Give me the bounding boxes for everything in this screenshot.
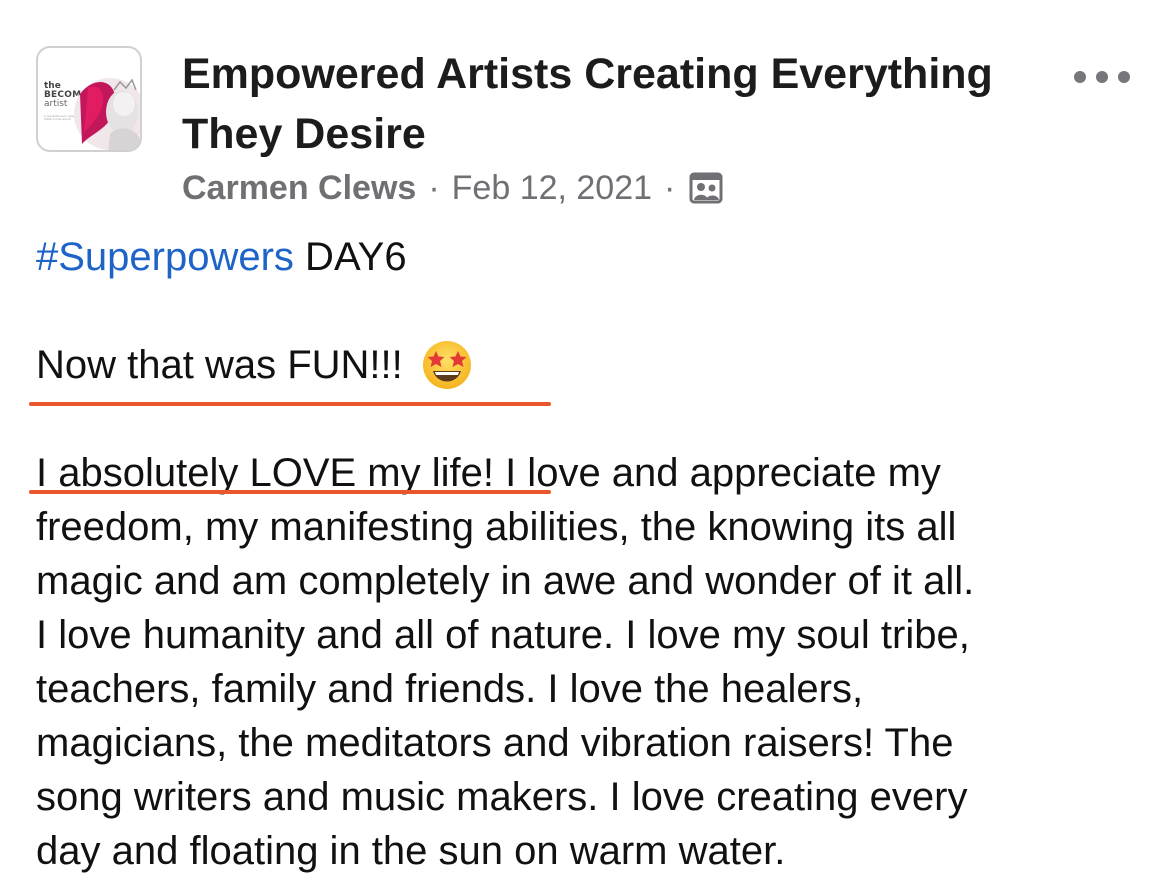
hashtag-link[interactable]: #Superpowers — [36, 235, 294, 279]
post-header: the BECOMING artist a revolutionary new … — [36, 44, 1136, 214]
body-line: freedom, my manifesting abilities, the k… — [36, 505, 957, 549]
more-dot-icon — [1118, 71, 1130, 83]
highlight-underline — [29, 402, 551, 406]
body-line: teachers, family and friends. I love the… — [36, 667, 864, 711]
meta-separator: · — [428, 169, 440, 207]
highlight-underline — [29, 490, 551, 494]
day-label: DAY6 — [293, 235, 407, 279]
more-dot-icon — [1074, 71, 1086, 83]
body-line: I love humanity and all of nature. I lov… — [36, 613, 970, 657]
post-body: #Superpowers DAY6 Now that was FUN!!! I … — [36, 230, 1146, 878]
meta-separator: · — [664, 169, 676, 207]
more-dot-icon — [1096, 71, 1108, 83]
members-photo-icon — [689, 172, 723, 204]
body-line: day and floating in the sun on warm wate… — [36, 829, 786, 873]
fun-line: Now that was FUN!!! — [36, 338, 1146, 392]
body-line: magic and am completely in awe and wonde… — [36, 559, 975, 603]
fun-line-text: Now that was FUN!!! — [36, 343, 403, 387]
more-options-button[interactable] — [1074, 62, 1130, 92]
post-meta: Carmen Clews · Feb 12, 2021 · — [182, 168, 723, 208]
body-line: I absolutely LOVE my life! I love and ap… — [36, 451, 941, 495]
star-struck-emoji-icon — [422, 341, 471, 389]
body-line: magicians, the meditators and vibration … — [36, 721, 954, 765]
author-name[interactable]: Carmen Clews — [182, 168, 416, 208]
avatar-artwork-image — [74, 78, 140, 150]
group-avatar[interactable]: the BECOMING artist a revolutionary new … — [36, 46, 142, 152]
hashtag-line: #Superpowers DAY6 — [36, 230, 1146, 284]
main-paragraph: I absolutely LOVE my life! I love and ap… — [36, 446, 1146, 878]
body-line: song writers and music makers. I love cr… — [36, 775, 968, 819]
post-screen: the BECOMING artist a revolutionary new … — [0, 0, 1170, 888]
post-date[interactable]: Feb 12, 2021 — [452, 168, 652, 208]
group-title[interactable]: Empowered Artists Creating Everything Th… — [182, 44, 1062, 164]
